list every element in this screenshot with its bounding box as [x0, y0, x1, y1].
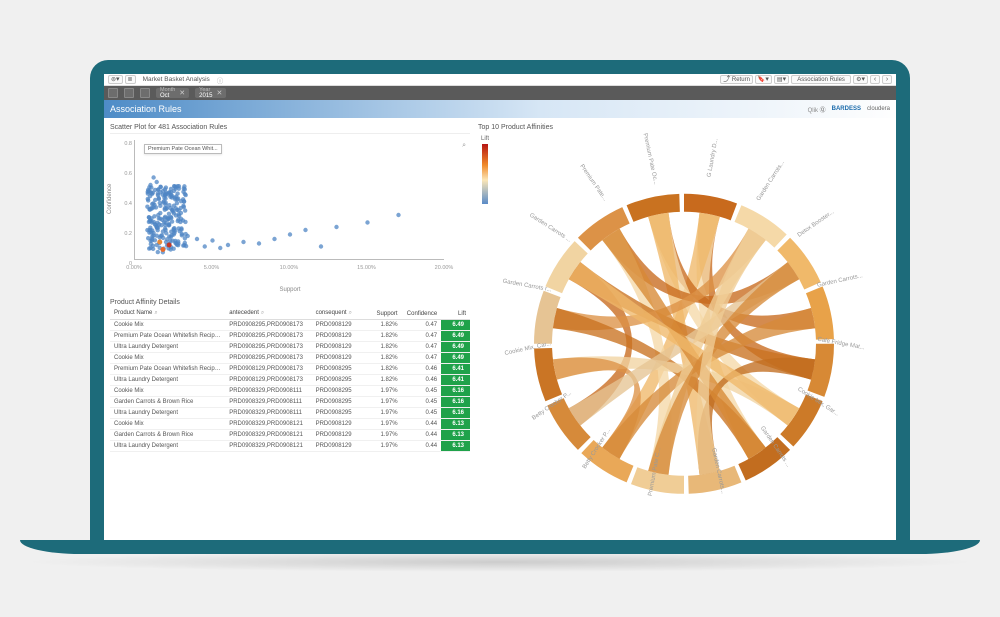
- table-header: Product Name⌕antecedent⌕consequent⌕Suppo…: [110, 308, 470, 320]
- laptop-shadow: [20, 552, 980, 572]
- cloudera-logo: cloudera: [867, 106, 890, 112]
- chord-svg[interactable]: [514, 173, 854, 513]
- column-header[interactable]: consequent⌕: [312, 308, 370, 320]
- left-column: Scatter Plot for 481 Association Rules P…: [110, 122, 470, 540]
- x-ticks: 0.00%5.00%10.00%15.00%20.00%: [134, 265, 444, 275]
- content-area: Scatter Plot for 481 Association Rules P…: [104, 118, 896, 540]
- column-header[interactable]: Confidence: [402, 308, 442, 320]
- table-row[interactable]: Ultra Laundry DetergentPRD0908329,PRD090…: [110, 441, 470, 452]
- table-row[interactable]: Ultra Laundry DetergentPRD0908329,PRD090…: [110, 408, 470, 419]
- return-button[interactable]: ⤴ Return: [720, 75, 753, 84]
- table-row[interactable]: Cookie MixPRD0908329,PRD0908121PRD090812…: [110, 419, 470, 430]
- y-ticks: 0.80.60.40.20: [116, 138, 132, 260]
- table-title: Product Affinity Details: [110, 297, 470, 308]
- column-header[interactable]: antecedent⌕: [225, 308, 311, 320]
- options-button[interactable]: ⚙▾: [853, 75, 868, 84]
- right-column: Top 10 Product Affinities G Laundry D...…: [478, 122, 890, 540]
- table-row[interactable]: Ultra Laundry DetergentPRD0908295,PRD090…: [110, 342, 470, 353]
- table-row[interactable]: Cookie MixPRD0908295,PRD0908173PRD090812…: [110, 353, 470, 364]
- sheet-title: Market Basket Analysis: [139, 76, 214, 83]
- table-panel[interactable]: Product Affinity Details Product Name⌕an…: [110, 297, 470, 540]
- toolbar: ⊚▾ ≣ Market Basket Analysis ⓘ ⤴ Return 🔖…: [104, 74, 896, 86]
- chord-title: Top 10 Product Affinities: [478, 122, 890, 133]
- close-icon[interactable]: ✕: [217, 89, 223, 97]
- list-view-button[interactable]: ≣: [125, 75, 136, 84]
- selections-bar: MonthOct ✕ Year2015 ✕: [104, 86, 896, 100]
- global-menu-button[interactable]: ⊚▾: [108, 75, 123, 84]
- affinity-table[interactable]: Product Name⌕antecedent⌕consequent⌕Suppo…: [110, 308, 470, 452]
- scatter-panel[interactable]: Scatter Plot for 481 Association Rules P…: [110, 122, 470, 293]
- scatter-plot-area[interactable]: Premium Pate Ocean Whit... ⌕ Confidence …: [110, 133, 470, 293]
- search-icon[interactable]: ⌕: [347, 310, 352, 316]
- table-row[interactable]: Cookie MixPRD0908329,PRD0908111PRD090829…: [110, 386, 470, 397]
- filter-year[interactable]: Year2015 ✕: [195, 88, 226, 98]
- page-title: Association Rules: [110, 104, 182, 114]
- search-icon[interactable]: ⌕: [152, 310, 157, 316]
- search-icon[interactable]: ⌕: [259, 310, 264, 316]
- chord-node-label: G Laundry D...: [706, 138, 719, 177]
- table-row[interactable]: Cookie MixPRD0908295,PRD0908173PRD090812…: [110, 320, 470, 331]
- laptop-base: [20, 540, 980, 554]
- next-sheet-button[interactable]: ›: [882, 75, 892, 84]
- app-screen: ⊚▾ ≣ Market Basket Analysis ⓘ ⤴ Return 🔖…: [104, 74, 896, 540]
- x-axis-label: Support: [279, 287, 300, 293]
- scatter-plot[interactable]: [134, 140, 444, 260]
- page-header: Association Rules Qlik Ⓠ BARDESS clouder…: [104, 100, 896, 118]
- bardess-logo: BARDESS: [832, 106, 861, 112]
- table-body[interactable]: Cookie MixPRD0908295,PRD0908173PRD090812…: [110, 320, 470, 452]
- bookmark-button[interactable]: 🔖▾: [755, 75, 772, 84]
- column-header[interactable]: Product Name⌕: [110, 308, 225, 320]
- bookmark-icon: 🔖: [758, 76, 765, 83]
- info-icon[interactable]: ⓘ: [217, 75, 224, 85]
- filter-month[interactable]: MonthOct ✕: [156, 88, 189, 98]
- table-row[interactable]: Premium Pate Ocean Whitefish Recipe Cat …: [110, 331, 470, 342]
- chord-diagram[interactable]: G Laundry D...Garden Carrots...Detox Boo…: [478, 133, 890, 540]
- column-header[interactable]: Support: [369, 308, 401, 320]
- scatter-points[interactable]: [135, 140, 445, 260]
- qlik-label: Qlik Ⓠ: [808, 105, 826, 114]
- table-row[interactable]: Ultra Laundry DetergentPRD0908129,PRD090…: [110, 375, 470, 386]
- clear-selections-button[interactable]: [140, 88, 150, 98]
- sheet-name-dropdown[interactable]: Association Rules: [791, 75, 851, 84]
- close-icon[interactable]: ✕: [179, 89, 185, 97]
- table-row[interactable]: Garden Carrots & Brown RicePRD0908329,PR…: [110, 397, 470, 408]
- column-header[interactable]: Lift: [441, 308, 470, 320]
- table-row[interactable]: Premium Pate Ocean Whitefish Recipe Cat …: [110, 364, 470, 375]
- vendor-logos: Qlik Ⓠ BARDESS cloudera: [808, 105, 890, 114]
- zoom-icon[interactable]: ⌕: [462, 142, 466, 150]
- list-icon: ≣: [128, 76, 133, 83]
- prev-sheet-button[interactable]: ‹: [870, 75, 880, 84]
- table-row[interactable]: Garden Carrots & Brown RicePRD0908329,PR…: [110, 430, 470, 441]
- laptop-frame: ⊚▾ ≣ Market Basket Analysis ⓘ ⤴ Return 🔖…: [90, 60, 910, 540]
- scatter-title: Scatter Plot for 481 Association Rules: [110, 122, 470, 133]
- y-axis-label: Confidence: [107, 183, 113, 213]
- step-forward-button[interactable]: [124, 88, 134, 98]
- sheet-dropdown[interactable]: ▤▾: [774, 75, 789, 84]
- step-back-button[interactable]: [108, 88, 118, 98]
